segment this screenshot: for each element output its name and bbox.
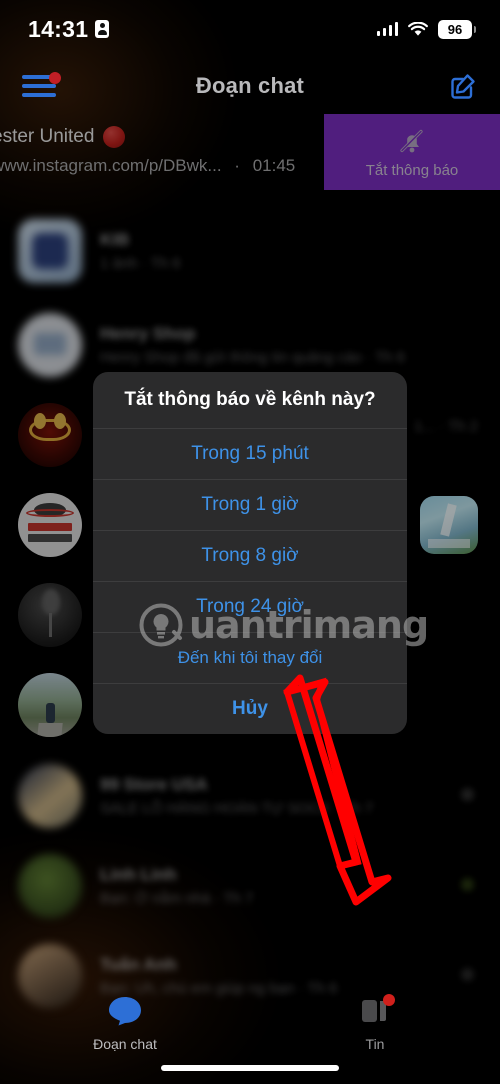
status-bar-right: 96 (376, 19, 476, 39)
dialog-title: Tắt thông báo về kênh này? (124, 389, 376, 410)
tab-stories[interactable]: Tin (315, 994, 435, 1052)
dialog-option-1-hour[interactable]: Trong 1 giờ (93, 479, 407, 530)
tab-label: Tin (365, 1036, 385, 1052)
battery-indicator: 96 (438, 19, 476, 39)
wifi-icon (408, 21, 428, 37)
tab-badge-dot (383, 994, 395, 1006)
navigation-bar: Đoạn chat (0, 58, 500, 114)
id-card-icon (95, 20, 110, 38)
cellular-signal-icon (376, 22, 398, 36)
home-indicator (161, 1065, 339, 1071)
menu-badge-dot (49, 72, 61, 84)
status-bar-left: 14:31 (28, 15, 110, 43)
chat-bubble-icon (109, 997, 141, 1026)
bottom-tab-bar: Đoạn chat Tin (0, 980, 500, 1084)
dialog-option-8-hours[interactable]: Trong 8 giờ (93, 530, 407, 581)
dialog-cancel-button[interactable]: Hủy (93, 683, 407, 734)
status-bar: 14:31 96 (0, 0, 500, 58)
tab-chats[interactable]: Đoạn chat (65, 994, 185, 1052)
tab-label: Đoạn chat (93, 1036, 157, 1052)
status-time: 14:31 (28, 15, 89, 42)
mute-notifications-dialog: Tắt thông báo về kênh này? Trong 15 phút… (93, 372, 407, 734)
dialog-option-15-minutes[interactable]: Trong 15 phút (93, 428, 407, 479)
page-title: Đoạn chat (195, 73, 305, 98)
hamburger-menu-icon[interactable] (22, 72, 64, 102)
compose-new-message-icon[interactable] (448, 71, 478, 101)
dialog-option-24-hours[interactable]: Trong 24 giờ (93, 581, 407, 632)
dialog-option-until-i-change[interactable]: Đến khi tôi thay đổi (93, 632, 407, 683)
phone-screen: 14:31 96 Đoạn chat ester United www.inst… (0, 0, 500, 1084)
